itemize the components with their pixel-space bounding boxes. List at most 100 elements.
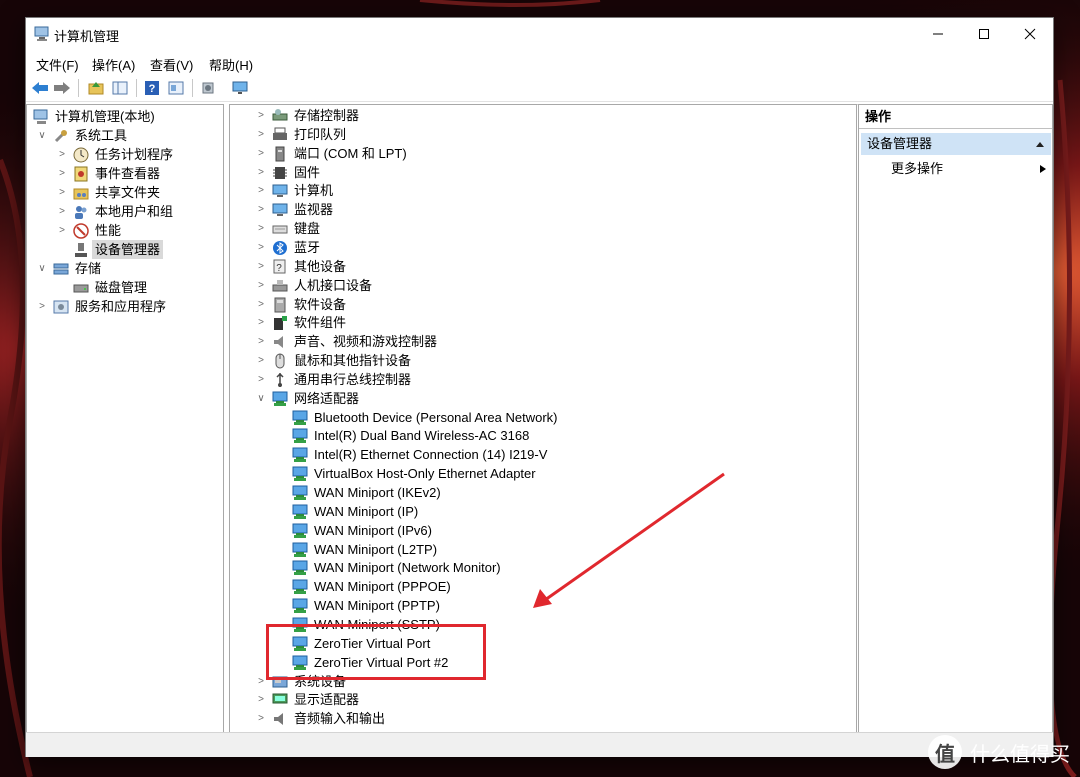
help-button[interactable]: ? <box>142 78 162 98</box>
tree-item-软件设备[interactable]: > 软件设备 <box>230 295 878 314</box>
tree-item-固件[interactable]: > 固件 <box>230 163 878 182</box>
collapse-chevron-icon[interactable]: ∨ <box>37 126 47 145</box>
expand-chevron-icon[interactable]: > <box>256 106 266 125</box>
tree-item-WAN Miniport (PPTP)[interactable]: WAN Miniport (PPTP) <box>230 596 878 615</box>
menu-action[interactable]: 操作(A) <box>92 55 135 74</box>
status-bar <box>26 732 1053 757</box>
expand-chevron-icon[interactable]: > <box>256 181 266 200</box>
tree-item-WAN Miniport (IPv6)[interactable]: WAN Miniport (IPv6) <box>230 521 878 540</box>
expand-chevron-icon[interactable]: > <box>57 202 67 221</box>
expand-chevron-icon[interactable]: > <box>37 297 47 316</box>
expand-chevron-icon[interactable]: > <box>256 276 266 295</box>
tree-item-事件查看器[interactable]: > 事件查看器 <box>27 164 223 183</box>
forward-button[interactable] <box>52 78 72 98</box>
expand-chevron-icon[interactable]: > <box>256 144 266 163</box>
tree-item-Bluetooth Device (Personal Area Network)[interactable]: Bluetooth Device (Personal Area Network) <box>230 408 878 427</box>
expand-chevron-icon[interactable]: > <box>256 332 266 351</box>
expand-chevron-icon[interactable]: > <box>256 351 266 370</box>
more-actions[interactable]: 更多操作 <box>891 159 1049 179</box>
expand-chevron-icon[interactable]: > <box>256 672 266 691</box>
tree-item-磁盘管理[interactable]: 磁盘管理 <box>27 278 223 297</box>
network-adapter-icon <box>292 523 308 539</box>
tree-item-label: Intel(R) Dual Band Wireless-AC 3168 <box>314 428 530 444</box>
back-button[interactable] <box>30 78 50 98</box>
tree-item-WAN Miniport (IP)[interactable]: WAN Miniport (IP) <box>230 502 878 521</box>
tree-item-存储控制器[interactable]: > 存储控制器 <box>230 106 878 125</box>
tree-item-其他设备[interactable]: >? 其他设备 <box>230 257 878 276</box>
tree-item-WAN Miniport (L2TP)[interactable]: WAN Miniport (L2TP) <box>230 540 878 559</box>
expand-chevron-icon[interactable]: > <box>57 221 67 240</box>
tree-item-本地用户和组[interactable]: > 本地用户和组 <box>27 202 223 221</box>
monitor-icon <box>272 202 288 218</box>
expand-chevron-icon[interactable]: > <box>57 183 67 202</box>
storage-icon <box>53 261 69 277</box>
tree-item-计算机[interactable]: > 计算机 <box>230 181 878 200</box>
tree-item-软件组件[interactable]: > 软件组件 <box>230 313 878 332</box>
tree-item-任务计划程序[interactable]: > 任务计划程序 <box>27 145 223 164</box>
expand-chevron-icon[interactable]: > <box>256 295 266 314</box>
menu-file[interactable]: 文件(F) <box>36 55 79 74</box>
menu-view[interactable]: 查看(V) <box>150 55 193 74</box>
tree-item-label: 本地用户和组 <box>95 204 174 219</box>
expand-chevron-icon[interactable]: > <box>256 370 266 389</box>
up-folder-button[interactable] <box>86 78 106 98</box>
expand-chevron-icon[interactable]: > <box>256 238 266 257</box>
tree-item-WAN Miniport (IKEv2)[interactable]: WAN Miniport (IKEv2) <box>230 483 878 502</box>
close-button[interactable] <box>1007 18 1053 50</box>
expand-chevron-icon[interactable]: > <box>256 200 266 219</box>
network-adapter-icon <box>292 504 308 520</box>
tree-item-Intel(R) Dual Band Wireless-AC 3168[interactable]: Intel(R) Dual Band Wireless-AC 3168 <box>230 426 878 445</box>
export-button[interactable] <box>198 78 218 98</box>
tree-item-共享文件夹[interactable]: > 共享文件夹 <box>27 183 223 202</box>
tree-item-监视器[interactable]: > 监视器 <box>230 200 878 219</box>
properties-icon <box>168 81 184 95</box>
tree-item-服务和应用程序[interactable]: > 服务和应用程序 <box>27 297 223 316</box>
tree-item-设备管理器[interactable]: 设备管理器 <box>27 240 223 259</box>
tree-item-VirtualBox Host-Only Ethernet Adapter[interactable]: VirtualBox Host-Only Ethernet Adapter <box>230 464 878 483</box>
expand-chevron-icon[interactable]: > <box>256 125 266 144</box>
tree-item-蓝牙[interactable]: > 蓝牙 <box>230 238 878 257</box>
tree-item-通用串行总线控制器[interactable]: > 通用串行总线控制器 <box>230 370 878 389</box>
window-title: 计算机管理 <box>54 29 120 44</box>
tree-item-WAN Miniport (PPPOE)[interactable]: WAN Miniport (PPPOE) <box>230 577 878 596</box>
collapse-chevron-icon[interactable]: ∨ <box>256 389 266 408</box>
expand-chevron-icon[interactable]: > <box>256 709 266 728</box>
tree-item-音频输入和输出[interactable]: > 音频输入和输出 <box>230 709 878 728</box>
expand-chevron-icon[interactable]: > <box>256 257 266 276</box>
services-icon <box>53 299 69 315</box>
expand-chevron-icon[interactable]: > <box>256 163 266 182</box>
tree-item-声音、视频和游戏控制器[interactable]: > 声音、视频和游戏控制器 <box>230 332 878 351</box>
tree-item-键盘[interactable]: > 键盘 <box>230 219 878 238</box>
tree-item-显示适配器[interactable]: > 显示适配器 <box>230 690 878 709</box>
title-bar[interactable]: 计算机管理 <box>26 18 1053 50</box>
tree-item-计算机管理(本地)[interactable]: 计算机管理(本地) <box>27 107 223 126</box>
network-adapter-icon <box>292 560 308 576</box>
tree-item-Intel(R) Ethernet Connection (14) I219-V[interactable]: Intel(R) Ethernet Connection (14) I219-V <box>230 445 878 464</box>
tree-item-系统工具[interactable]: ∨ 系统工具 <box>27 126 223 145</box>
port-icon <box>272 146 288 162</box>
tree-item-打印队列[interactable]: > 打印队列 <box>230 125 878 144</box>
tree-item-端口 (COM 和 LPT)[interactable]: > 端口 (COM 和 LPT) <box>230 144 878 163</box>
minimize-button[interactable] <box>915 18 961 50</box>
expand-chevron-icon[interactable]: > <box>256 313 266 332</box>
monitor-button[interactable] <box>230 78 250 98</box>
actions-device-manager[interactable]: 设备管理器 <box>861 133 1051 155</box>
show-tree-button[interactable] <box>110 78 130 98</box>
clock-icon <box>73 147 89 163</box>
tree-item-label: 鼠标和其他指针设备 <box>294 353 412 369</box>
expand-chevron-icon[interactable]: > <box>256 219 266 238</box>
tree-item-鼠标和其他指针设备[interactable]: > 鼠标和其他指针设备 <box>230 351 878 370</box>
collapse-chevron-icon[interactable]: ∨ <box>37 259 47 278</box>
properties-button[interactable] <box>166 78 186 98</box>
tree-item-存储[interactable]: ∨ 存储 <box>27 259 223 278</box>
expand-chevron-icon[interactable]: > <box>57 145 67 164</box>
expand-chevron-icon[interactable]: > <box>256 690 266 709</box>
maximize-button[interactable] <box>961 18 1007 50</box>
tree-item-人机接口设备[interactable]: > 人机接口设备 <box>230 276 878 295</box>
tree-item-网络适配器[interactable]: ∨ 网络适配器 <box>230 389 878 408</box>
expand-chevron-icon[interactable]: > <box>57 164 67 183</box>
tree-item-性能[interactable]: > 性能 <box>27 221 223 240</box>
shared-folder-icon <box>73 185 89 201</box>
tree-item-WAN Miniport (Network Monitor)[interactable]: WAN Miniport (Network Monitor) <box>230 558 878 577</box>
menu-help[interactable]: 帮助(H) <box>209 55 253 74</box>
